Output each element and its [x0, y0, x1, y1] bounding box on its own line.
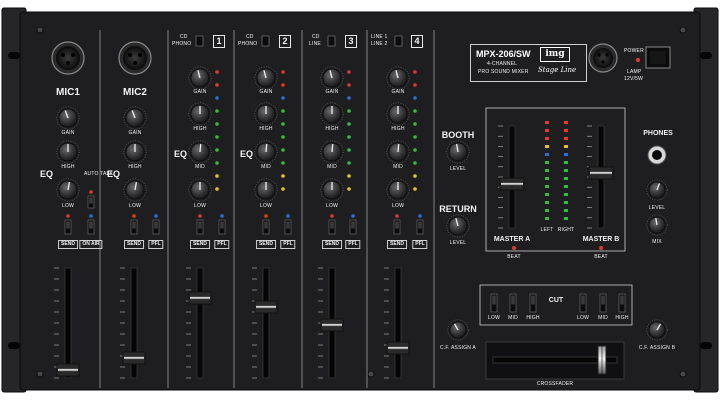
eq-label-ch2: EQ: [240, 149, 254, 159]
auto-talk-label: AUTO TALK: [84, 171, 114, 177]
selector-ch1-bottom: PHONO: [172, 41, 192, 47]
send-label-ch3: SEND: [322, 240, 342, 249]
lamp-spec: 12V/5W: [624, 76, 643, 82]
gain-label-mic1: GAIN: [61, 130, 75, 136]
gain-label-ch4: GAIN: [391, 89, 405, 95]
beat-led-a: [512, 246, 516, 250]
cut-button-high-a[interactable]: [529, 293, 537, 313]
high-label-ch2: HIGH: [259, 126, 273, 132]
low-label-mic1: LOW: [62, 203, 74, 209]
high-label-mic2: HIGH: [128, 164, 142, 170]
phones-level-label: LEVEL: [648, 205, 666, 211]
eq-label-ch1: EQ: [174, 149, 188, 159]
high-label-ch1: HIGH: [193, 126, 207, 132]
low-label-mic2: LOW: [129, 203, 141, 209]
subtitle-line2: PRO SOUND MIXER: [478, 69, 529, 75]
high-label-ch3: HIGH: [325, 126, 339, 132]
mid-label-ch1: MID: [195, 164, 205, 170]
return-level-label: LEVEL: [449, 240, 467, 246]
booth-level-label: LEVEL: [449, 166, 467, 172]
cut-button-mid-b[interactable]: [599, 293, 607, 313]
selector-ch3-bottom: LINE: [309, 41, 321, 47]
power-label: POWER: [624, 48, 644, 54]
cut-high-b-label: HIGH: [615, 315, 629, 321]
send-label-ch4: SEND: [387, 240, 407, 249]
gain-label-ch1: GAIN: [193, 89, 207, 95]
cut-button-low-a[interactable]: [490, 293, 498, 313]
cut-mid-a-label: MID: [508, 315, 518, 321]
cut-high-a-label: HIGH: [526, 315, 540, 321]
phones-mix-label: MIX: [652, 239, 662, 245]
send-label-mic2: SEND: [124, 240, 144, 249]
power-led: [636, 58, 640, 62]
cut-low-a-label: LOW: [488, 315, 500, 321]
low-label-ch1: LOW: [194, 203, 206, 209]
high-label-ch4: HIGH: [391, 126, 405, 132]
beat-a-label: BEAT: [507, 254, 521, 260]
xlr-input-mic1[interactable]: [51, 41, 85, 75]
cut-button-low-b[interactable]: [579, 293, 587, 313]
channel-number-4: 4: [411, 35, 423, 48]
gain-label-mic2: GAIN: [128, 130, 142, 136]
high-label-mic1: HIGH: [61, 164, 75, 170]
subtitle-line1: 4-CHANNEL: [487, 61, 518, 67]
gain-label-ch2: GAIN: [259, 89, 273, 95]
pfl-label-ch4: PFL: [412, 240, 428, 249]
return-label: RETURN: [439, 204, 477, 214]
mid-label-ch4: MID: [393, 164, 403, 170]
gain-label-ch3: GAIN: [325, 89, 339, 95]
channel-number-1: 1: [213, 35, 225, 48]
selector-ch1-top: CD: [180, 34, 188, 40]
selector-ch4-bottom: LINE 2: [371, 41, 388, 47]
booth-label: BOOTH: [441, 130, 475, 140]
channel-number-3: 3: [345, 35, 357, 48]
master-a-label: MASTER A: [493, 236, 531, 243]
pfl-label-ch3: PFL: [345, 240, 361, 249]
cf-assign-a-label: C.F. ASSIGN A: [440, 345, 476, 351]
low-label-ch2: LOW: [260, 203, 272, 209]
mixer-panel: [1, 7, 719, 393]
cut-button-mid-a[interactable]: [509, 293, 517, 313]
selector-ch2-bottom: PHONO: [238, 41, 258, 47]
send-label-ch1: SEND: [190, 240, 210, 249]
beat-led-b: [599, 246, 603, 250]
headphone-jack[interactable]: [647, 145, 667, 165]
cut-mid-b-label: MID: [598, 315, 608, 321]
meter-right-label: RIGHT: [557, 227, 575, 233]
crossfader-label: CROSSFADER: [536, 381, 574, 387]
pfl-label-mic2: PFL: [148, 240, 164, 249]
low-label-ch3: LOW: [326, 203, 338, 209]
brand-logo: img: [540, 47, 570, 62]
xlr-input-mic2[interactable]: [118, 41, 152, 75]
meter-left-label: LEFT: [540, 227, 554, 233]
send-label-ch2: SEND: [256, 240, 276, 249]
on-air-label: ON AIR: [79, 240, 103, 249]
beat-b-label: BEAT: [594, 254, 608, 260]
cut-low-b-label: LOW: [577, 315, 589, 321]
mid-label-ch2: MID: [261, 164, 271, 170]
pfl-label-ch1: PFL: [214, 240, 230, 249]
selector-ch3-top: CD: [312, 34, 320, 40]
selector-ch4-top: LINE 1: [371, 34, 388, 40]
lamp-label: LAMP: [627, 69, 642, 75]
channel-label-mic1: MIC1: [56, 87, 80, 98]
eq-label-mic1: EQ: [40, 169, 54, 179]
channel-label-mic2: MIC2: [123, 87, 147, 98]
brand-name: Stage Line: [538, 66, 577, 74]
phones-label: PHONES: [643, 130, 673, 137]
pfl-label-ch2: PFL: [280, 240, 296, 249]
send-label-mic1: SEND: [58, 240, 78, 249]
xlr-lamp-socket[interactable]: [588, 43, 618, 73]
channel-number-2: 2: [279, 35, 291, 48]
selector-ch2-top: CD: [246, 34, 254, 40]
mid-label-ch3: MID: [327, 164, 337, 170]
low-label-ch4: LOW: [392, 203, 404, 209]
cut-button-high-b[interactable]: [618, 293, 626, 313]
cut-label: CUT: [548, 297, 564, 304]
cf-assign-b-label: C.F. ASSIGN B: [638, 345, 676, 351]
master-b-label: MASTER B: [582, 236, 620, 243]
model-name: MPX-206/SW: [476, 49, 531, 59]
